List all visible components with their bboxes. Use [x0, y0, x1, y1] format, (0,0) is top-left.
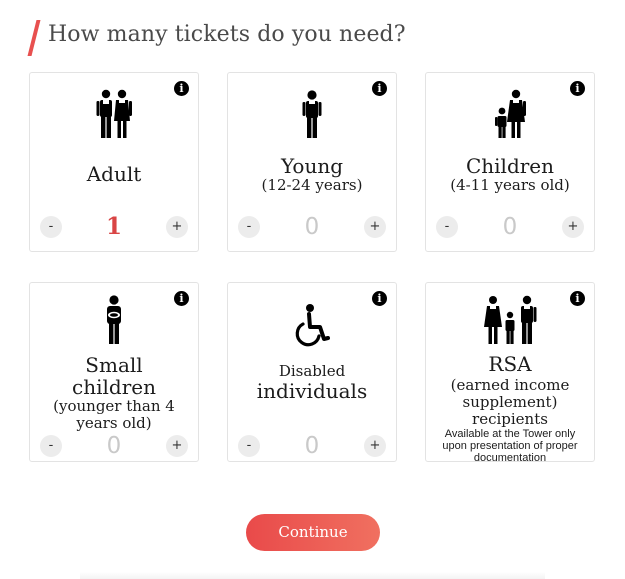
- ticket-label: Adult: [86, 162, 142, 186]
- increment-button[interactable]: +: [364, 216, 386, 238]
- ticket-label: RSA: [488, 352, 532, 376]
- ticket-note-line1: Available at the Tower only: [444, 428, 576, 440]
- ticket-card-disabled: i Disabled individuals - 0 +: [227, 282, 397, 462]
- ticket-label: Children: [465, 154, 555, 178]
- increment-button[interactable]: +: [562, 216, 584, 238]
- quantity-stepper: - 0 +: [238, 214, 386, 242]
- couple-icon: [30, 89, 198, 139]
- continue-button[interactable]: Continue: [246, 514, 380, 551]
- ticket-note-line3: documentation: [473, 452, 547, 464]
- wheelchair-icon: [228, 303, 396, 353]
- quantity-stepper: - 1 +: [40, 213, 188, 242]
- young-person-icon: [228, 89, 396, 139]
- ticket-age-range-line2: years old): [76, 414, 152, 432]
- ticket-note-line2: upon presentation of proper: [442, 440, 578, 452]
- ticket-label-line1: Disabled: [278, 362, 346, 380]
- ticket-label: Young: [280, 154, 344, 178]
- title-accent-bar: [27, 20, 41, 56]
- quantity-stepper: - 0 +: [40, 433, 188, 461]
- adult-holding-baby-icon: [30, 295, 198, 345]
- ticket-label-line2: children: [72, 375, 156, 399]
- footer-divider: [80, 572, 545, 579]
- increment-button[interactable]: +: [166, 435, 188, 457]
- ticket-card-rsa: i RSA (earned income supplement) recipie…: [425, 282, 595, 464]
- increment-button[interactable]: +: [364, 435, 386, 457]
- page-title: How many tickets do you need?: [48, 22, 406, 47]
- ticket-age-range: (4-11 years old): [450, 176, 570, 194]
- page-header: How many tickets do you need?: [27, 18, 608, 58]
- ticket-card-small-children: i Small children (younger than 4 years o…: [29, 282, 199, 462]
- ticket-label-line1: Small: [85, 353, 143, 377]
- ticket-card-adult: i Adult - 1 +: [29, 72, 199, 252]
- ticket-card-children: i Children (4-11 years old) - 0 +: [425, 72, 595, 252]
- ticket-grid: i Adult - 1 + i Young (12-24 years) - 0 …: [29, 72, 597, 470]
- quantity-stepper: - 0 +: [436, 214, 584, 242]
- ticket-desc-line2: supplement): [462, 393, 558, 411]
- ticket-desc-line3: recipients: [472, 410, 548, 428]
- increment-button[interactable]: +: [166, 216, 188, 238]
- quantity-stepper: - 0 +: [238, 433, 386, 461]
- ticket-card-young: i Young (12-24 years) - 0 +: [227, 72, 397, 252]
- ticket-label-line2: individuals: [256, 379, 368, 403]
- ticket-desc-line1: (earned income: [450, 376, 570, 394]
- ticket-age-range-line1: (younger than 4: [53, 397, 175, 415]
- parent-child-icon: [426, 89, 594, 139]
- family-icon: [426, 295, 594, 345]
- ticket-age-range: (12-24 years): [261, 176, 363, 194]
